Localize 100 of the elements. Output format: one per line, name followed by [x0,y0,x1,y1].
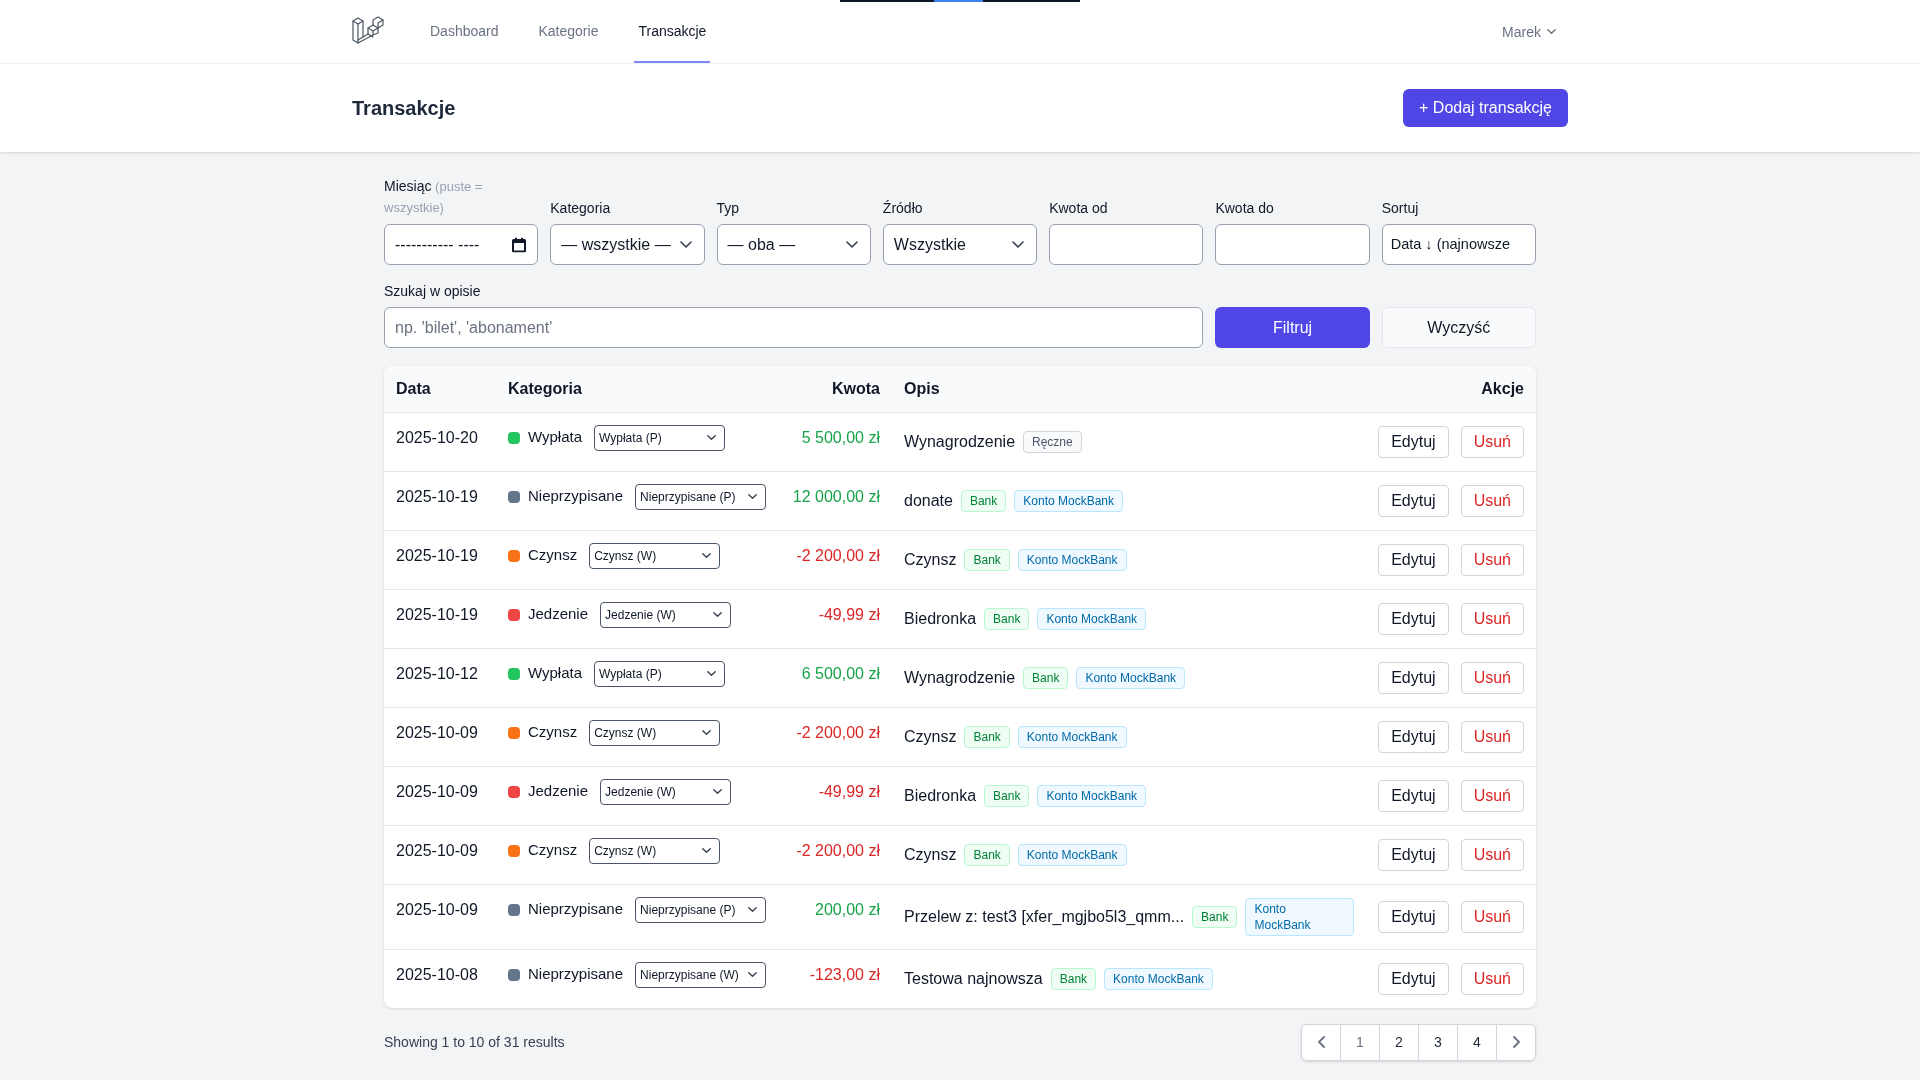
number-field[interactable] [1215,224,1370,265]
nav-link[interactable]: Dashboard [426,0,503,63]
chevron-down-icon [707,435,717,440]
column-header: Opis [904,379,940,397]
edit-button[interactable]: Edytuj [1378,602,1449,635]
chevron-right-icon [1512,1036,1520,1048]
category-dropdown[interactable]: Czynsz (W) [589,542,721,569]
filter-button[interactable]: Filtruj [1215,307,1370,348]
column-header: Kategoria [508,379,582,397]
source-tag: Bank [960,489,1007,512]
page-button[interactable]: 4 [1457,1023,1497,1061]
dropdown[interactable]: Wszystkie [882,224,1038,265]
description-text: Czynsz [904,549,957,570]
page-button[interactable]: 1 [1340,1023,1380,1061]
category-dropdown[interactable]: Czynsz (W) [589,719,721,746]
nav-link[interactable]: Kategorie [534,0,603,63]
edit-button[interactable]: Edytuj [1378,543,1449,576]
description-text: Wynagrodzenie [904,431,1016,452]
category-dropdown[interactable]: Nieprzypisane (P) [635,483,767,510]
field-label: Kwota do [1215,199,1275,218]
page-button[interactable]: 3 [1418,1023,1458,1061]
search-field[interactable]: np. 'bilet', 'abonament' [384,307,1204,348]
edit-button[interactable]: Edytuj [1378,661,1449,694]
field-label: Kwota od [1049,199,1109,218]
description-text: Wynagrodzenie [904,667,1016,688]
user-menu-button[interactable]: Marek [1490,13,1568,50]
description-text: donate [904,490,953,511]
page-button[interactable]: 2 [1379,1023,1419,1061]
source-tag: Bank [1023,666,1069,689]
delete-button[interactable]: Usuń [1460,484,1524,517]
source-tag: Bank [964,548,1010,571]
dropdown[interactable]: — oba — [716,224,871,265]
category-dropdown[interactable]: Jedzenie (W) [600,778,732,805]
dropdown[interactable]: Data ↓ (najnowsze [1381,224,1536,265]
category-name: Jedzenie [528,604,589,625]
date-text: 2025-10-09 [396,782,478,800]
add-transaction-button[interactable]: + Dodaj transakcję [1403,89,1568,127]
field-label: Miesiąc (puste = wszystkie) [384,177,484,217]
delete-button[interactable]: Usuń [1460,720,1524,753]
date-text: 2025-10-12 [396,664,478,682]
month-field[interactable]: ----------- ---- [384,224,539,265]
amount-text: 6 500,00 zł [801,664,880,682]
delete-button[interactable]: Usuń [1460,900,1524,933]
next-page-button[interactable] [1496,1023,1536,1061]
amount-text: 200,00 zł [815,900,880,918]
chevron-down-icon [702,553,712,558]
source-tag: Konto MockBank [1076,666,1186,689]
category-dropdown[interactable]: Nieprzypisane (W) [635,961,767,988]
field-label: Typ [716,199,741,218]
source-tag: Konto MockBank [1017,548,1127,571]
category-dropdown[interactable]: Nieprzypisane (P) [635,896,767,923]
amount-text: -2 200,00 zł [796,546,880,564]
source-tag: Bank [984,607,1030,630]
category-name: Wypłata [528,427,583,448]
field-label: Sortuj [1381,199,1420,218]
source-tag: Konto MockBank [1017,725,1127,748]
delete-button[interactable]: Usuń [1460,425,1524,458]
date-text: 2025-10-09 [396,841,478,859]
chevron-down-icon [748,972,758,977]
delete-button[interactable]: Usuń [1460,962,1524,995]
edit-button[interactable]: Edytuj [1378,838,1449,871]
chevron-down-icon [679,241,692,248]
category-name: Nieprzypisane [528,964,624,985]
delete-button[interactable]: Usuń [1460,543,1524,576]
chevron-down-icon [1012,241,1025,248]
edit-button[interactable]: Edytuj [1378,779,1449,812]
number-field[interactable] [1049,224,1204,265]
chevron-down-icon [1547,29,1556,34]
source-tag: Konto MockBank [1037,607,1147,630]
edit-button[interactable]: Edytuj [1378,720,1449,753]
edit-button[interactable]: Edytuj [1378,962,1449,995]
delete-button[interactable]: Usuń [1460,602,1524,635]
category-name: Nieprzypisane [528,899,624,920]
category-name: Czynsz [528,840,578,861]
category-dropdown[interactable]: Jedzenie (W) [600,601,732,628]
edit-button[interactable]: Edytuj [1378,900,1449,933]
date-text: 2025-10-08 [396,965,478,983]
dropdown[interactable]: — wszystkie — [550,224,705,265]
description-text: Biedronka [904,785,977,806]
delete-button[interactable]: Usuń [1460,661,1524,694]
edit-button[interactable]: Edytuj [1378,425,1449,458]
source-tag: Konto MockBank [1245,897,1354,936]
edit-button[interactable]: Edytuj [1378,484,1449,517]
category-name: Czynsz [528,722,578,743]
chevron-down-icon [702,848,712,853]
delete-button[interactable]: Usuń [1460,779,1524,812]
column-header: Akcje [1481,379,1524,397]
category-dropdown[interactable]: Wypłata (P) [594,424,726,451]
category-dropdown[interactable]: Czynsz (W) [589,837,721,864]
clear-button[interactable]: Wyczyść [1381,307,1536,348]
column-header: Kwota [832,379,880,397]
source-tag: Bank [1050,967,1097,990]
category-name: Czynsz [528,545,578,566]
prev-page-button[interactable] [1301,1023,1341,1061]
edge-line-icon [840,0,1080,2]
delete-button[interactable]: Usuń [1460,838,1524,871]
amount-text: -49,99 zł [818,605,880,623]
results-summary: Showing 1 to 10 of 31 results [384,1033,565,1052]
category-dropdown[interactable]: Wypłata (P) [594,660,726,687]
amount-text: 5 500,00 zł [801,428,880,446]
